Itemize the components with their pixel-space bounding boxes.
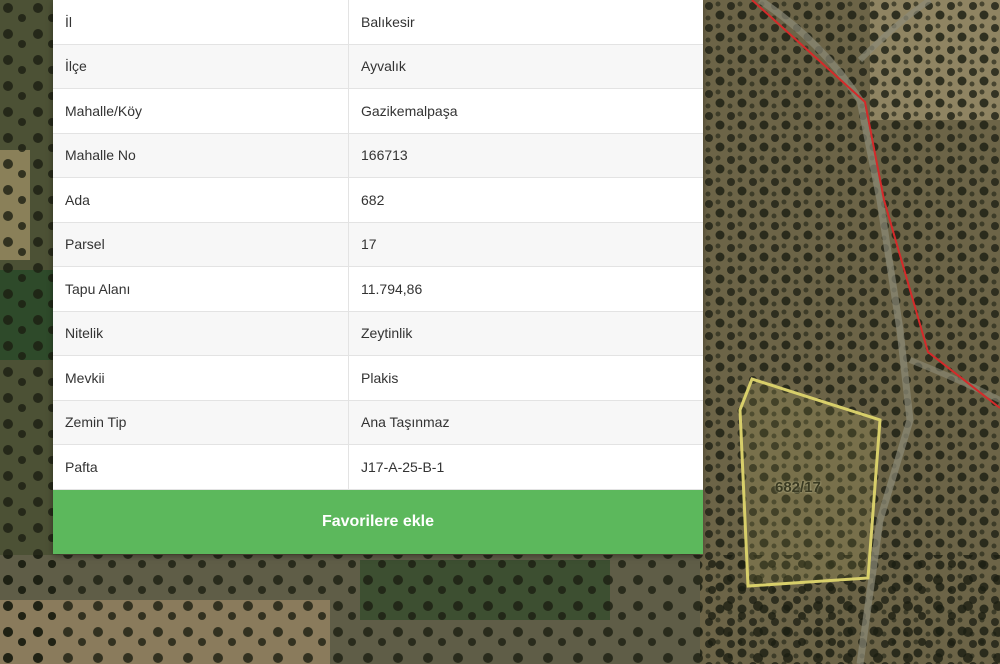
row-key: Pafta [53, 444, 349, 490]
row-key: İlçe [53, 44, 349, 89]
row-key: İl [53, 0, 349, 45]
row-key: Zemin Tip [53, 400, 349, 445]
row-value: 11.794,86 [348, 266, 703, 312]
row-value: Zeytinlik [348, 311, 703, 356]
add-to-favorites-button[interactable]: Favorilere ekle [53, 489, 703, 554]
parcel-info-table: İl Balıkesir İlçe Ayvalık Mahalle/Köy Ga… [53, 0, 703, 490]
table-row: İlçe Ayvalık [53, 44, 703, 89]
parcel-info-card: İl Balıkesir İlçe Ayvalık Mahalle/Köy Ga… [53, 0, 703, 554]
row-value: Balıkesir [348, 0, 703, 45]
table-row: Parsel 17 [53, 222, 703, 267]
table-row: Nitelik Zeytinlik [53, 311, 703, 356]
row-key: Nitelik [53, 311, 349, 356]
row-value: 17 [348, 222, 703, 267]
row-value: 682 [348, 177, 703, 223]
table-row: Ada 682 [53, 177, 703, 223]
row-value: 166713 [348, 133, 703, 178]
row-key: Mevkii [53, 355, 349, 401]
row-key: Ada [53, 177, 349, 223]
table-row: Mahalle No 166713 [53, 133, 703, 178]
row-value: Gazikemalpaşa [348, 88, 703, 134]
table-row: Zemin Tip Ana Taşınmaz [53, 400, 703, 445]
table-row: Tapu Alanı 11.794,86 [53, 266, 703, 312]
table-row: Mevkii Plakis [53, 355, 703, 401]
row-key: Mahalle/Köy [53, 88, 349, 134]
row-value: J17-A-25-B-1 [348, 444, 703, 490]
table-row: Mahalle/Köy Gazikemalpaşa [53, 88, 703, 134]
row-value: Plakis [348, 355, 703, 401]
row-value: Ayvalık [348, 44, 703, 89]
row-key: Mahalle No [53, 133, 349, 178]
row-key: Tapu Alanı [53, 266, 349, 312]
row-key: Parsel [53, 222, 349, 267]
table-row: Pafta J17-A-25-B-1 [53, 444, 703, 490]
table-row: İl Balıkesir [53, 0, 703, 45]
parcel-label: 682/17 [775, 479, 821, 496]
row-value: Ana Taşınmaz [348, 400, 703, 445]
